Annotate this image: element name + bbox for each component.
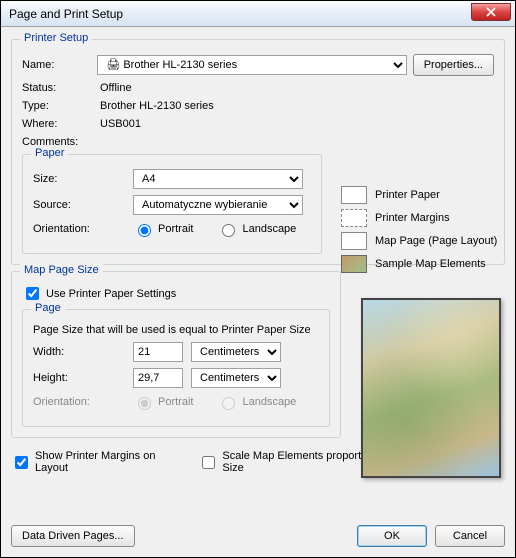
name-label: Name: (22, 59, 97, 71)
paper-legend: Paper (31, 147, 68, 159)
printer-paper-swatch (341, 186, 367, 204)
page-width-units[interactable]: Centimeters (191, 342, 281, 362)
use-printer-settings-label: Use Printer Paper Settings (46, 288, 176, 300)
map-page-label: Map Page (Page Layout) (375, 235, 497, 247)
page-group: Page Page Size that will be used is equa… (22, 309, 330, 427)
type-label: Type: (22, 100, 100, 112)
where-value: USB001 (100, 118, 141, 130)
sample-map-label: Sample Map Elements (375, 258, 486, 270)
cancel-button[interactable]: Cancel (435, 525, 505, 547)
page-legend: Page (31, 302, 65, 314)
close-icon (486, 7, 496, 17)
paper-size-label: Size: (33, 173, 133, 185)
page-portrait-radio-input (138, 397, 151, 410)
titlebar[interactable]: Page and Print Setup (1, 1, 515, 27)
show-margins-checkbox-row[interactable]: Show Printer Margins on Layout (11, 450, 186, 474)
printer-name-select[interactable]: 🖨 Brother HL-2130 series (97, 55, 406, 75)
scale-elements-checkbox[interactable] (202, 456, 215, 469)
show-margins-label: Show Printer Margins on Layout (35, 450, 186, 474)
portrait-radio-input[interactable] (138, 224, 151, 237)
printer-margins-label: Printer Margins (375, 212, 450, 224)
page-portrait-radio-label: Portrait (158, 396, 193, 408)
page-hint: Page Size that will be used is equal to … (33, 324, 311, 336)
map-page-size-group: Map Page Size Use Printer Paper Settings… (11, 271, 341, 438)
landscape-radio-label: Landscape (242, 223, 296, 235)
ok-button[interactable]: OK (357, 525, 427, 547)
status-label: Status: (22, 82, 100, 94)
map-page-swatch (341, 232, 367, 250)
page-landscape-radio-label: Landscape (242, 396, 296, 408)
portrait-radio-label: Portrait (158, 223, 193, 235)
printer-paper-label: Printer Paper (375, 189, 440, 201)
paper-source-select[interactable]: Automatyczne wybieranie (133, 195, 303, 215)
printer-setup-legend: Printer Setup (20, 32, 92, 44)
paper-size-select[interactable]: A4 (133, 169, 303, 189)
map-preview (361, 298, 501, 478)
portrait-radio[interactable]: Portrait (133, 221, 193, 237)
page-print-setup-dialog: Page and Print Setup Printer Setup Name:… (0, 0, 516, 558)
page-width-input[interactable] (133, 342, 183, 362)
page-landscape-radio: Landscape (217, 394, 296, 410)
data-driven-pages-button[interactable]: Data Driven Pages... (11, 525, 135, 547)
dialog-content: Printer Setup Name: 🖨 Brother HL-2130 se… (1, 27, 515, 494)
sample-map-swatch (341, 255, 367, 273)
landscape-radio-input[interactable] (222, 224, 235, 237)
paper-orientation-label: Orientation: (33, 223, 133, 235)
page-height-units[interactable]: Centimeters (191, 368, 281, 388)
properties-button[interactable]: Properties... (413, 54, 494, 76)
type-value: Brother HL-2130 series (100, 100, 214, 112)
page-height-label: Height: (33, 372, 133, 384)
page-height-input[interactable] (133, 368, 183, 388)
page-portrait-radio: Portrait (133, 394, 193, 410)
page-orientation-label: Orientation: (33, 396, 133, 408)
paper-source-label: Source: (33, 199, 133, 211)
paper-group: Paper Size: A4 Source: Automatyczne wybi… (22, 154, 322, 254)
page-landscape-radio-input (222, 397, 235, 410)
show-margins-checkbox[interactable] (15, 456, 28, 469)
where-label: Where: (22, 118, 100, 130)
window-title: Page and Print Setup (5, 7, 123, 21)
printer-margins-swatch (341, 209, 367, 227)
map-page-size-legend: Map Page Size (20, 264, 103, 276)
page-width-label: Width: (33, 346, 133, 358)
button-bar: Data Driven Pages... OK Cancel (11, 525, 505, 547)
status-value: Offline (100, 82, 132, 94)
landscape-radio[interactable]: Landscape (217, 221, 296, 237)
legend-section: Printer Paper Printer Margins Map Page (… (341, 181, 501, 278)
close-button[interactable] (471, 3, 511, 21)
use-printer-settings-checkbox[interactable] (26, 287, 39, 300)
